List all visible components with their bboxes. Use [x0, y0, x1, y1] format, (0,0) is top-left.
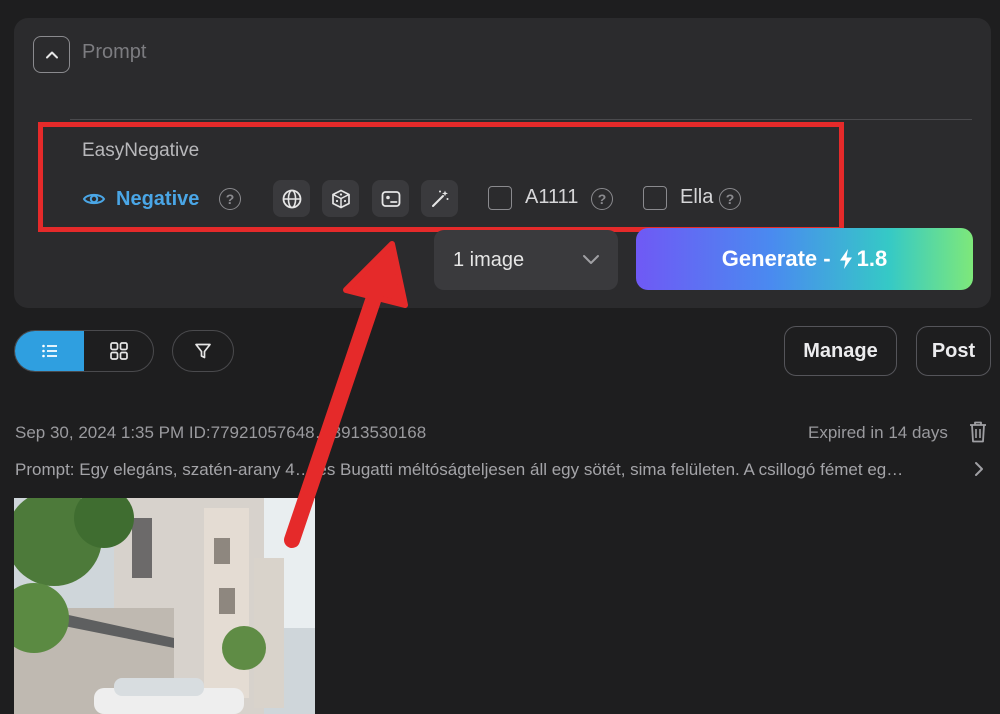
view-toggle [14, 330, 154, 372]
filter-button[interactable] [172, 330, 234, 372]
list-view-button[interactable] [15, 331, 84, 371]
image-count-value: 1 image [453, 248, 525, 271]
divider [70, 119, 972, 120]
generate-label: Generate - [721, 246, 831, 271]
history-prompt[interactable]: Prompt: Egy elegáns, szatén-arany 4…-es … [15, 460, 965, 480]
highlight-box [38, 122, 844, 232]
filter-icon [195, 343, 211, 359]
list-icon [41, 344, 57, 358]
post-button[interactable]: Post [916, 326, 991, 376]
manage-button[interactable]: Manage [784, 326, 897, 376]
generated-image-thumbnail[interactable] [14, 498, 315, 714]
generate-button[interactable]: Generate - 1.8 [636, 228, 973, 290]
chevron-down-icon [583, 255, 599, 264]
lightning-icon [839, 249, 852, 269]
street-scene-image [14, 498, 315, 714]
trash-icon[interactable] [967, 420, 989, 444]
image-count-select[interactable]: 1 image [434, 230, 618, 290]
history-meta: Sep 30, 2024 1:35 PM ID:77921057648…3913… [15, 423, 427, 442]
collapse-button[interactable] [33, 36, 70, 73]
grid-view-button[interactable] [84, 331, 153, 371]
grid-icon [109, 342, 128, 360]
prompt-input[interactable]: Prompt [82, 41, 146, 64]
chevron-right-icon[interactable] [972, 460, 986, 478]
generate-cost: 1.8 [856, 246, 888, 271]
expiry-label: Expired in 14 days [808, 423, 948, 442]
chevron-up-icon [45, 51, 58, 58]
